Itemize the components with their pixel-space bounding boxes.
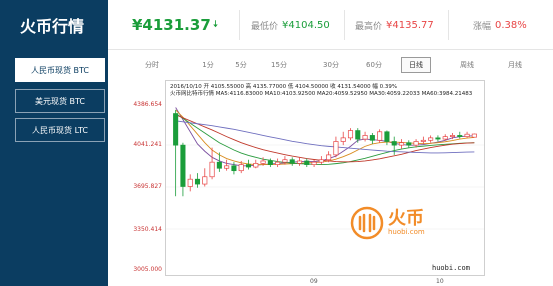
candle-body — [238, 164, 244, 172]
huobi-logo: 火币 huobi.com — [350, 206, 425, 240]
candle-body — [224, 165, 230, 169]
sidebar-item-cny-ltc[interactable]: 人民币现货 LTC — [15, 118, 105, 142]
ma-line-ma5 — [175, 107, 475, 167]
y-tick-label: 3695.827 — [133, 183, 162, 190]
candle-body — [231, 165, 237, 172]
candle-body — [311, 161, 317, 165]
candle-body — [194, 178, 201, 185]
divider — [344, 10, 345, 40]
divider — [239, 10, 240, 40]
high-price: 最高价 ¥4135.77 — [355, 0, 434, 50]
huobi-logo-icon — [350, 206, 384, 240]
app-title: 火币行情 — [20, 17, 85, 36]
candle-body — [449, 135, 456, 137]
period-tabs: 分时 1分 5分 15分 30分 60分 日线 周线 月线 — [108, 57, 553, 77]
tab-60min[interactable]: 60分 — [363, 57, 385, 73]
candle-body — [340, 137, 346, 142]
tab-monthly[interactable]: 月线 — [504, 57, 526, 73]
candle-body — [253, 163, 259, 168]
tab-timeshare[interactable]: 分时 — [140, 57, 164, 73]
candle-body — [282, 159, 288, 163]
kline-chart-svg — [166, 107, 484, 230]
change-label: 涨幅 — [473, 21, 492, 32]
high-price-value: ¥4135.77 — [386, 19, 434, 31]
change-rate: 涨幅 0.38% — [473, 0, 527, 50]
low-price: 最低价 ¥4104.50 — [251, 0, 330, 50]
sidebar-item-usd-btc[interactable]: 美元现货 BTC — [15, 89, 105, 113]
candle-body — [245, 164, 252, 168]
sidebar: 火币行情 人民币现货 BTC 美元现货 BTC 人民币现货 LTC — [0, 0, 108, 286]
tab-weekly[interactable]: 周线 — [456, 57, 478, 73]
candle-body — [275, 161, 281, 165]
candle-body — [180, 144, 186, 187]
change-value: 0.38% — [495, 19, 527, 31]
candle-body — [377, 131, 383, 141]
candle-body — [442, 136, 448, 140]
candle-body — [304, 160, 310, 165]
candle-body — [413, 141, 419, 146]
candle-body — [173, 113, 179, 146]
tab-30min[interactable]: 30分 — [320, 57, 342, 73]
candle-body — [347, 130, 354, 139]
candle-body — [296, 160, 303, 164]
divider — [448, 10, 449, 40]
candle-body — [216, 161, 222, 169]
candle-body — [406, 142, 412, 146]
current-price: ¥4131.37 🠇 — [132, 0, 218, 50]
logo-url-text: huobi.com — [388, 227, 425, 236]
candle-body — [435, 137, 441, 140]
ma-line-ma10 — [175, 109, 475, 166]
low-price-value: ¥4104.50 — [282, 19, 330, 31]
arrow-down-icon: 🠇 — [212, 18, 219, 30]
y-tick-label: 4386.654 — [133, 101, 162, 108]
candle-body — [398, 142, 405, 146]
current-price-value: ¥4131.37 — [132, 16, 211, 34]
candle-body — [464, 133, 470, 137]
logo-cn-text: 火币 — [388, 207, 424, 229]
y-tick-label: 3350.414 — [133, 226, 162, 233]
candle-body — [355, 130, 361, 140]
candle-body — [471, 133, 477, 138]
sidebar-item-cny-btc[interactable]: 人民币现货 BTC — [15, 58, 105, 82]
candle-body — [318, 159, 324, 163]
candle-body — [428, 137, 434, 141]
candle-body — [420, 139, 426, 142]
y-tick-label: 4041.241 — [133, 141, 162, 148]
candle-body — [289, 159, 295, 164]
candle-body — [333, 141, 339, 156]
y-tick-label: 3005.000 — [133, 266, 162, 273]
price-header: ¥4131.37 🠇 最低价 ¥4104.50 最高价 ¥4135.77 涨幅 … — [108, 0, 553, 50]
candle-body — [457, 135, 463, 137]
tab-daily[interactable]: 日线 — [401, 57, 431, 73]
candle-body — [209, 161, 215, 178]
candle-body — [267, 160, 273, 165]
x-tick-label: 10 — [436, 278, 444, 285]
candle-body — [187, 178, 193, 187]
candle-body — [391, 141, 397, 146]
candle-body — [362, 135, 368, 140]
ma-legend: 火币网比特币行情 MA5:4116.83000 MA10:4103.92500 … — [170, 91, 473, 97]
candle-body — [260, 160, 266, 164]
watermark-url: huobi.com — [432, 264, 470, 272]
kline-chart[interactable] — [165, 80, 485, 276]
candle-body — [369, 135, 375, 141]
tab-5min[interactable]: 5分 — [231, 57, 251, 73]
high-price-label: 最高价 — [355, 21, 383, 32]
x-tick-label: 09 — [310, 278, 318, 285]
candle-body — [326, 154, 332, 161]
tab-15min[interactable]: 15分 — [268, 57, 290, 73]
candle-body — [202, 176, 208, 185]
candle-body — [384, 131, 390, 142]
low-price-label: 最低价 — [251, 21, 279, 32]
tab-1min[interactable]: 1分 — [198, 57, 218, 73]
